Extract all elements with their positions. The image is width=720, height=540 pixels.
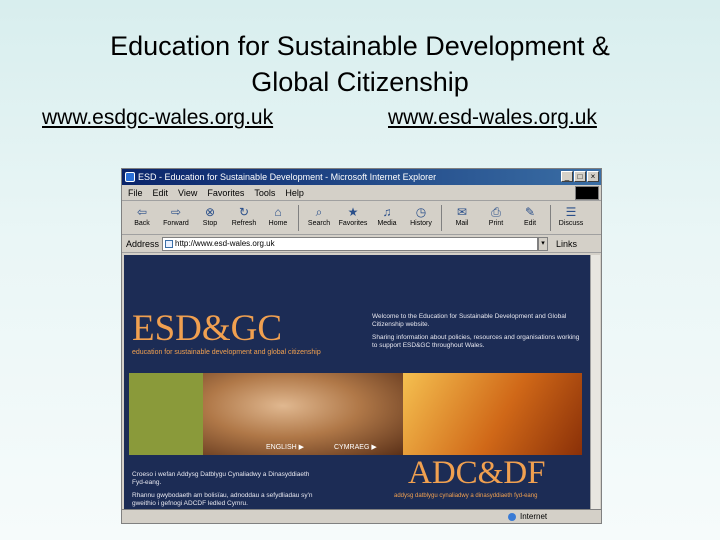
home-icon: ⌂ <box>274 204 282 219</box>
ie-icon <box>125 172 135 182</box>
favorites-icon: ★ <box>347 204 359 219</box>
status-zone: Internet <box>520 512 548 521</box>
print-icon: ⎙ <box>491 204 501 219</box>
vertical-scrollbar[interactable] <box>590 255 600 510</box>
site-tagline: education for sustainable development an… <box>132 349 321 356</box>
welsh-paragraph: Rhannu gwybodaeth am bolisïau, adnoddau … <box>132 492 313 507</box>
refresh-button[interactable]: ↻ Refresh <box>228 203 260 233</box>
discuss-icon: ☰ <box>565 204 577 219</box>
esdgc-logo: ESD&GC <box>132 308 283 349</box>
page-content: ESD&GC education for sustainable develop… <box>124 255 590 510</box>
back-button[interactable]: ⇦ Back <box>126 203 158 233</box>
address-bar: Address http://www.esd-wales.org.uk ▾ Li… <box>122 235 601 253</box>
slide-title-line2: Global Citizenship <box>251 67 469 97</box>
welcome-paragraph: Welcome to the Education for Sustainable… <box>372 313 567 328</box>
search-icon: ⌕ <box>315 204 323 219</box>
welsh-text: Croeso i wefan Addysg Datblygu Cynaliadw… <box>132 471 322 508</box>
english-link[interactable]: ENGLISH ▶ <box>266 443 304 451</box>
address-value: http://www.esd-wales.org.uk <box>175 238 275 248</box>
windows-logo-icon <box>575 186 599 200</box>
minimize-button[interactable]: _ <box>561 171 573 182</box>
browser-title: ESD - Education for Sustainable Developm… <box>138 172 437 182</box>
close-button[interactable]: × <box>587 171 599 182</box>
address-label: Address <box>126 238 160 249</box>
history-button[interactable]: ◷ History <box>405 203 437 233</box>
toolbar-separator <box>441 204 442 231</box>
media-button[interactable]: ♫ Media <box>371 203 403 233</box>
esdgc-link[interactable]: www.esdgc-wales.org.uk <box>42 106 273 130</box>
print-button[interactable]: ⎙ Print <box>480 203 512 233</box>
welcome-paragraph: Sharing information about policies, reso… <box>372 334 580 349</box>
menu-file[interactable]: File <box>128 185 143 200</box>
media-icon: ♫ <box>382 204 392 219</box>
slide-title: Education for Sustainable Development & … <box>0 28 720 100</box>
slide-title-line1: Education for Sustainable Development & <box>110 31 610 61</box>
history-icon: ◷ <box>415 204 427 219</box>
globe-icon <box>508 513 516 521</box>
mail-icon: ✉ <box>456 204 468 219</box>
welsh-paragraph: Croeso i wefan Addysg Datblygu Cynaliadw… <box>132 471 310 486</box>
stop-icon: ⊗ <box>204 204 216 219</box>
menu-tools[interactable]: Tools <box>254 185 275 200</box>
menu-view[interactable]: View <box>178 185 197 200</box>
menu-favorites[interactable]: Favorites <box>207 185 244 200</box>
mail-button[interactable]: ✉ Mail <box>446 203 478 233</box>
status-bar: Internet <box>122 509 601 523</box>
forward-arrow-icon: ⇨ <box>170 204 182 219</box>
refresh-icon: ↻ <box>238 204 250 219</box>
menubar: File Edit View Favorites Tools Help <box>122 185 601 201</box>
esd-link[interactable]: www.esd-wales.org.uk <box>388 106 597 130</box>
adcdf-logo: ADC&DF <box>408 455 546 491</box>
browser-window: ESD - Education for Sustainable Developm… <box>121 168 602 524</box>
maximize-button[interactable]: □ <box>574 171 586 182</box>
banner-wheat-image <box>403 373 582 455</box>
edit-button[interactable]: ✎ Edit <box>514 203 546 233</box>
browser-titlebar: ESD - Education for Sustainable Developm… <box>122 169 601 185</box>
toolbar-separator <box>550 204 551 231</box>
banner-green-panel <box>129 373 203 455</box>
cymraeg-link[interactable]: CYMRAEG ▶ <box>334 443 377 451</box>
stop-button[interactable]: ⊗ Stop <box>194 203 226 233</box>
favorites-button[interactable]: ★ Favorites <box>337 203 369 233</box>
toolbar: ⇦ Back ⇨ Forward ⊗ Stop ↻ Refresh ⌂ Home ⌕ Sea… <box>122 201 601 235</box>
welsh-tagline: addysg datblygu cynaliadwy a dinasyddiae… <box>394 493 538 499</box>
links-label[interactable]: Links <box>556 239 577 249</box>
toolbar-separator <box>298 204 299 231</box>
address-dropdown-button[interactable]: ▾ <box>538 236 549 251</box>
menu-edit[interactable]: Edit <box>153 185 169 200</box>
page-icon <box>165 239 174 248</box>
edit-icon: ✎ <box>524 204 536 219</box>
discuss-button[interactable]: ☰ Discuss <box>555 203 587 233</box>
home-button[interactable]: ⌂ Home <box>262 203 294 233</box>
address-input[interactable]: http://www.esd-wales.org.uk <box>162 236 539 251</box>
back-arrow-icon: ⇦ <box>136 204 148 219</box>
forward-button[interactable]: ⇨ Forward <box>160 203 192 233</box>
menu-help[interactable]: Help <box>285 185 304 200</box>
search-button[interactable]: ⌕ Search <box>303 203 335 233</box>
welcome-text: Welcome to the Education for Sustainable… <box>372 313 582 350</box>
